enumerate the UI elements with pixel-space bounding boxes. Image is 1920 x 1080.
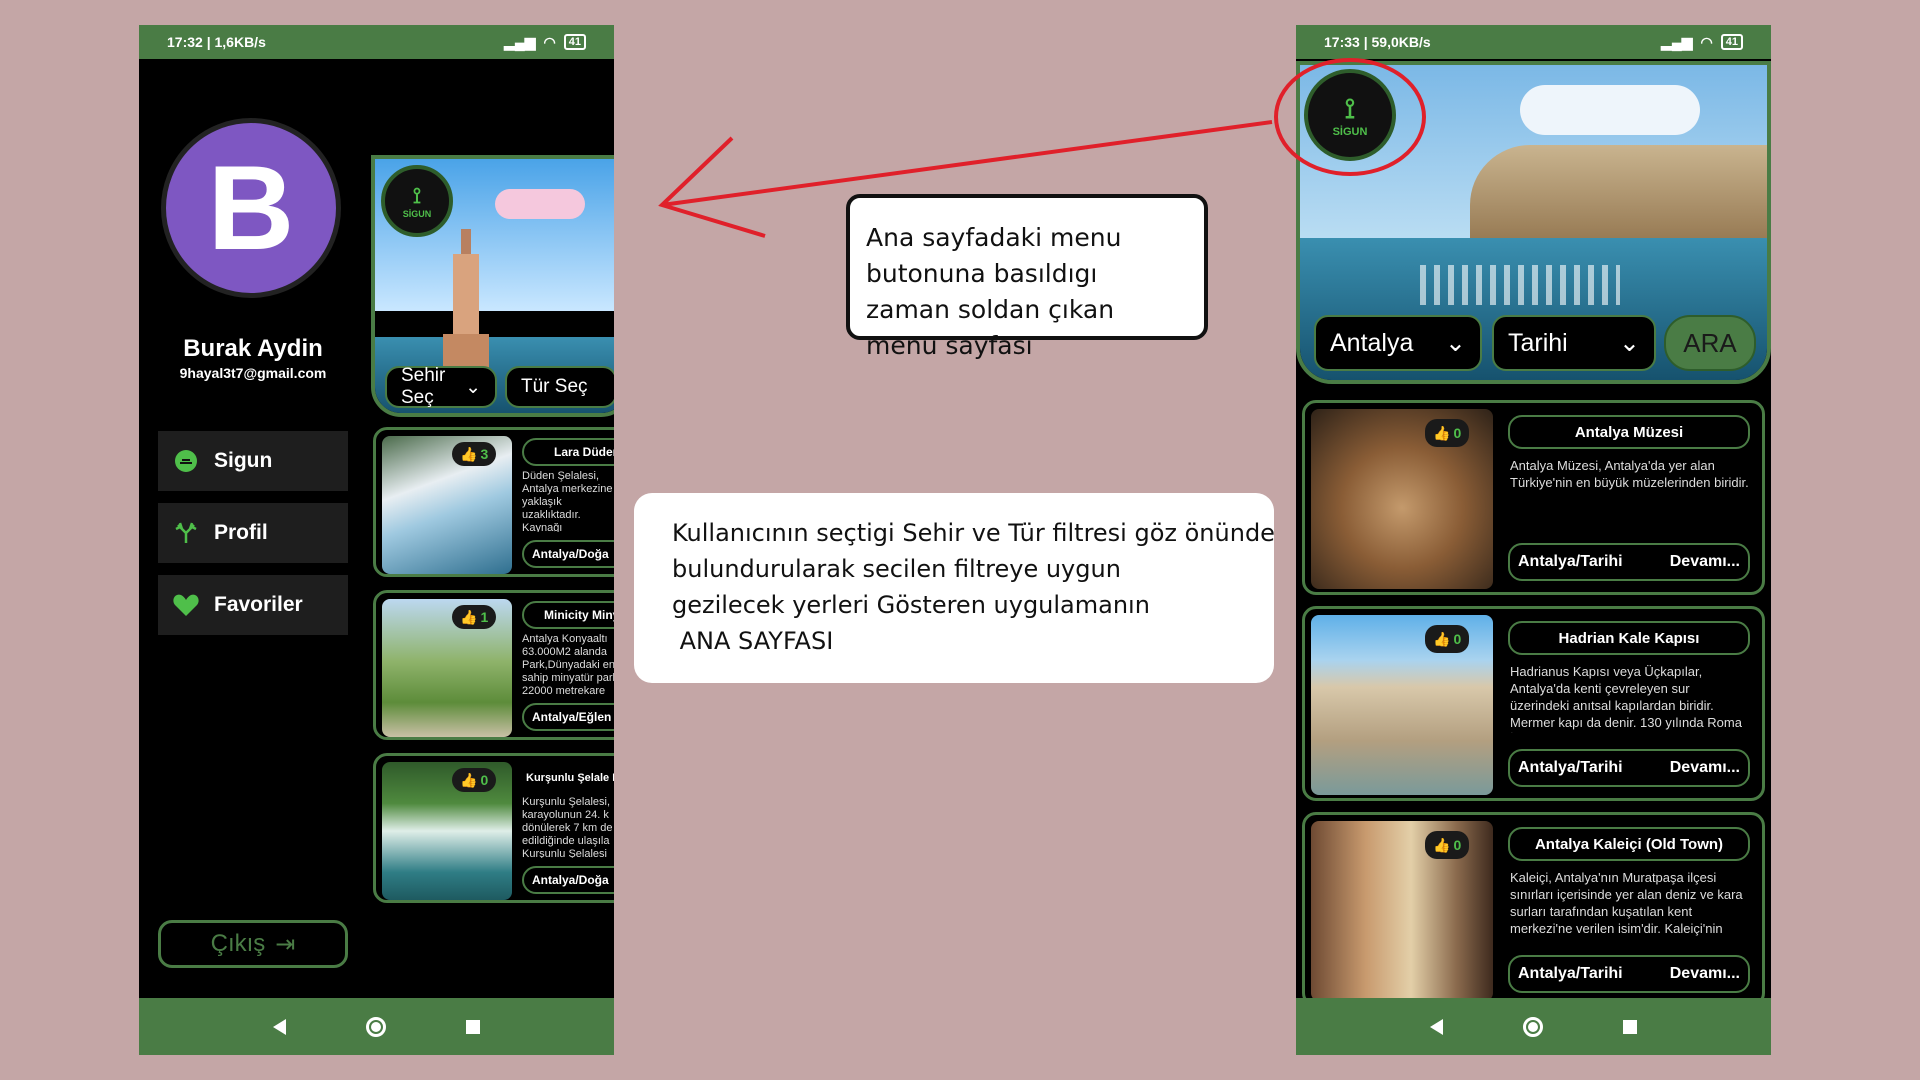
like-badge[interactable]: 👍 0 [1425, 625, 1470, 653]
card-description: Antalya Konyaaltı 63.000M2 alanda Park,D… [522, 633, 614, 695]
card-title: Hadrian Kale Kapısı [1508, 621, 1750, 655]
card-title: Lara Düden [522, 438, 614, 466]
hero-banner: ⟟ SİGUN Sehir Seç ⌄ Tür Seç [371, 155, 614, 417]
card-description: Kaleiçi, Antalya'nın Muratpaşa ilçesi sı… [1510, 870, 1743, 939]
menu-item-sigun[interactable]: Sigun [158, 431, 348, 491]
menu-item-favoriler[interactable]: Favoriler [158, 575, 348, 635]
thumbs-up-icon: 👍 [1433, 424, 1451, 441]
sigun-logo-icon [172, 447, 200, 475]
card-title: Kurşunlu Şelale Parkı [526, 772, 614, 784]
card-description: Düden Şelalesi, Antalya merkezine yaklaş… [522, 470, 613, 532]
thumbs-up-icon: 👍 [460, 445, 478, 462]
status-bar: 17:32 | 1,6KB/s ▂▄▆ ◠ 41 [139, 25, 614, 59]
more-link[interactable]: Devamı... [1670, 553, 1740, 571]
list-item[interactable]: 👍 3 Lara Düden Düden Şelalesi, Antalya m… [373, 427, 614, 577]
type-select[interactable]: Tür Seç [505, 366, 614, 408]
card-footer[interactable]: Antalya/Doğa [522, 540, 614, 568]
user-email: 9hayal3t7@gmail.com [179, 365, 327, 381]
home-annotation-box: Kullanıcının seçtigi Sehir ve Tür filtre… [634, 493, 1275, 683]
card-footer[interactable]: Antalya/Tarihi Devamı... [1508, 955, 1750, 993]
cloud [1520, 85, 1700, 135]
recent-apps-icon[interactable] [466, 1019, 480, 1034]
annotation-line: bulundurularak secilen filtreye uygun [672, 555, 1121, 583]
annotation-line: gezilecek yerleri Gösteren uygulamanın [672, 591, 1150, 619]
card-footer[interactable]: Antalya/Doğa [522, 866, 614, 894]
left-phone-screen: 17:32 | 1,6KB/s ▂▄▆ ◠ 41 ⟟ SİGUN Sehir S… [139, 25, 614, 1055]
app-logo[interactable]: ⟟ SİGUN [381, 165, 453, 237]
deer-antler-icon [172, 519, 200, 547]
app-logo[interactable]: ⟟ SİGUN [1304, 69, 1396, 161]
thumbs-up-icon: 👍 [460, 771, 478, 788]
cloud [495, 189, 585, 219]
list-item[interactable]: 👍 0 Kurşunlu Şelale Parkı Kurşunlu Şelal… [373, 753, 614, 903]
status-bar: 17:33 | 59,0KB/s ▂▄▆ ◠ 41 [1296, 25, 1771, 59]
recent-apps-icon[interactable] [1623, 1019, 1637, 1034]
card-description: Antalya Müzesi, Antalya'da yer alan Türk… [1510, 458, 1749, 490]
card-description: Kurşunlu Şelalesi, karayolunun 24. k dön… [522, 796, 613, 858]
signal-icon: ▂▄▆ [504, 33, 536, 50]
wifi-icon: ◠ [1700, 33, 1713, 50]
status-time: 17:33 | 59,0KB/s [1324, 34, 1431, 50]
list-item[interactable]: 👍 0 Hadrian Kale Kapısı Hadrianus Kapısı… [1302, 606, 1765, 801]
like-badge[interactable]: 👍 0 [1425, 831, 1470, 859]
logout-icon: ⇥ [275, 930, 296, 958]
battery-icon: 41 [563, 34, 586, 50]
deer-icon: ⟟ [1344, 92, 1356, 124]
heart-icon [172, 591, 200, 619]
card-footer[interactable]: Antalya/Eğlen [522, 703, 614, 731]
wifi-icon: ◠ [543, 33, 556, 50]
user-name: Burak Aydin [183, 335, 323, 362]
more-link[interactable]: Devamı... [1670, 965, 1740, 983]
more-link[interactable]: Devamı... [1670, 759, 1740, 777]
harbor-boats [1420, 265, 1620, 305]
right-phone-screen: 17:33 | 59,0KB/s ▂▄▆ ◠ 41 ⟟ SİGUN Antaly… [1296, 25, 1771, 1055]
city-select[interactable]: Sehir Seç ⌄ [385, 365, 497, 408]
logout-button[interactable]: Çıkış ⇥ [158, 920, 348, 968]
deer-icon: ⟟ [412, 183, 422, 208]
back-icon[interactable] [273, 1018, 286, 1035]
maiden-tower [443, 229, 489, 369]
card-title: Minicity Minyat [522, 601, 614, 629]
home-preview[interactable]: ⟟ SİGUN Sehir Seç ⌄ Tür Seç 👍 3 Lara Düd… [371, 155, 614, 905]
city-select[interactable]: Antalya ⌄ [1314, 315, 1482, 371]
chevron-down-icon: ⌄ [465, 376, 481, 398]
card-title: Antalya Kaleiçi (Old Town) [1508, 827, 1750, 861]
nav-bar [139, 998, 614, 1055]
list-item[interactable]: 👍 1 Minicity Minyat Antalya Konyaaltı 63… [373, 590, 614, 740]
card-title: Antalya Müzesi [1508, 415, 1750, 449]
card-footer[interactable]: Antalya/Tarihi Devamı... [1508, 543, 1750, 581]
menu-item-profil[interactable]: Profil [158, 503, 348, 563]
like-badge[interactable]: 👍 1 [452, 605, 497, 629]
chevron-down-icon: ⌄ [1445, 329, 1466, 357]
list-item[interactable]: 👍 0 Antalya Kaleiçi (Old Town) Kaleiçi, … [1302, 812, 1765, 1007]
status-time: 17:32 | 1,6KB/s [167, 34, 266, 50]
nav-bar [1296, 998, 1771, 1055]
thumbs-up-icon: 👍 [460, 608, 478, 625]
avatar: B [161, 118, 341, 298]
chevron-down-icon: ⌄ [1619, 329, 1640, 357]
home-icon[interactable] [366, 1016, 386, 1037]
like-badge[interactable]: 👍 0 [452, 768, 497, 792]
back-icon[interactable] [1430, 1018, 1443, 1035]
thumbs-up-icon: 👍 [1433, 630, 1451, 647]
type-select[interactable]: Tarihi ⌄ [1492, 315, 1656, 371]
search-button[interactable]: ARA [1664, 315, 1756, 371]
card-footer[interactable]: Antalya/Tarihi Devamı... [1508, 749, 1750, 787]
hero-banner: ⟟ SİGUN Antalya ⌄ Tarihi ⌄ ARA [1296, 61, 1771, 384]
like-badge[interactable]: 👍 3 [452, 442, 497, 466]
thumbs-up-icon: 👍 [1433, 836, 1451, 853]
home-icon[interactable] [1523, 1016, 1543, 1037]
annotation-line: Kullanıcının seçtigi Sehir ve Tür filtre… [672, 519, 1275, 547]
signal-icon: ▂▄▆ [1661, 33, 1693, 50]
list-item[interactable]: 👍 0 Antalya Müzesi Antalya Müzesi, Antal… [1302, 400, 1765, 595]
menu-annotation-box: Ana sayfadaki menu butonuna basıldıgı za… [846, 194, 1208, 360]
annotation-line: ANA SAYFASI [672, 627, 834, 655]
battery-icon: 41 [1720, 34, 1743, 50]
like-badge[interactable]: 👍 0 [1425, 419, 1470, 447]
card-description: Hadrianus Kapısı veya Üçkapılar, Antalya… [1510, 664, 1742, 733]
